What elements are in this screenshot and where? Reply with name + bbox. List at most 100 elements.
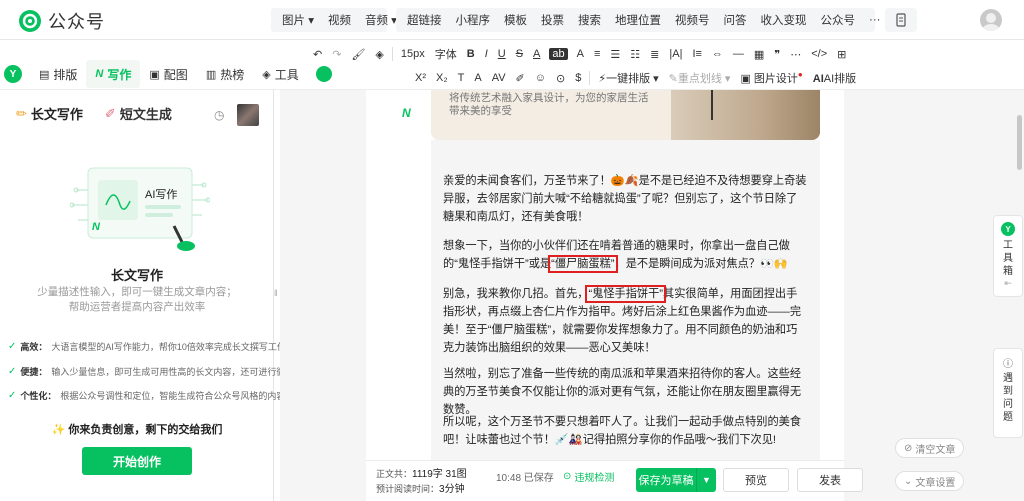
align-center-icon[interactable]: ☰ (605, 48, 625, 61)
tab-long-writing[interactable]: ✏ 长文写作 (16, 104, 83, 123)
one-click-layout-button[interactable]: ⚡一键排版 ▾ (593, 70, 663, 86)
strike-icon[interactable]: S (511, 48, 528, 60)
underline-icon[interactable]: U (493, 48, 511, 60)
line-height-icon[interactable]: I≡ (687, 48, 706, 60)
tab-trending[interactable]: ▥ 热榜 (197, 60, 253, 88)
paragraph-4[interactable]: 当然啦，别忘了准备一些传统的南瓜派和苹果酒来招待你的客人。这些经典的万圣节美食不… (443, 365, 808, 419)
svg-text:N: N (92, 221, 101, 233)
menu-template[interactable]: 模板 (497, 12, 534, 28)
menu-monetize[interactable]: 收入变现 (754, 12, 814, 28)
font-size-select[interactable]: 15px (396, 48, 430, 60)
menu-miniprogram[interactable]: 小程序 (449, 12, 498, 28)
toolbox-button[interactable]: Y 工 具 箱 ⇤ (993, 215, 1023, 297)
menu-more[interactable]: ··· (862, 14, 888, 26)
mobile-preview-icon[interactable] (885, 8, 917, 32)
menu-search[interactable]: 搜索 (571, 12, 608, 28)
menu-image[interactable]: 图片 ▾ (275, 12, 321, 28)
paragraph-5[interactable]: 所以呢，这个万圣节不要只想着吓人了。让我们一起动手做点特别的美食吧！让味蕾也过个… (443, 413, 808, 449)
font-bg-icon[interactable]: A (572, 48, 589, 60)
toolbox-logo-icon: Y (1001, 222, 1015, 236)
preview-button[interactable]: 预览 (723, 468, 789, 492)
user-avatar[interactable] (980, 9, 1002, 31)
plugin-logo-icon[interactable]: Y (4, 65, 22, 83)
italic-icon[interactable]: I (480, 48, 493, 60)
image-design-icon: ▣ (740, 73, 751, 85)
menu-official[interactable]: 公众号 (814, 12, 863, 28)
feedback-button[interactable]: ⓘ 遇 到 问 题 (993, 348, 1023, 438)
margin-icon[interactable]: ⇔ (707, 48, 728, 60)
tab-image[interactable]: ▣ 配图 (140, 60, 196, 88)
indent-icon[interactable]: ☷ (625, 48, 645, 61)
menu-channels[interactable]: 视频号 (668, 12, 717, 28)
menu-location[interactable]: 地理位置 (608, 12, 668, 28)
kerning-icon[interactable]: AV (487, 72, 511, 84)
save-draft-button[interactable]: 保存为草稿 ▼ (636, 468, 716, 492)
tab-layout[interactable]: ▤ 排版 (30, 60, 86, 88)
blurred-avatar (237, 104, 259, 126)
align-left-icon[interactable]: ≡ (589, 48, 605, 60)
clear-article-button[interactable]: ⊘ 清空文章 (895, 438, 965, 458)
highlighted-phrase-zombie-cake[interactable]: “僵尸脑蛋糕” (548, 255, 618, 273)
format-painter-icon[interactable]: 🖌 (346, 48, 370, 61)
menu-vote[interactable]: 投票 (534, 12, 571, 28)
paragraph-3[interactable]: 别急，我来教你几招。首先，“鬼怪手指饼干”其实很简单，用面团捏出手指形状，再点缀… (443, 285, 808, 357)
clear-format-icon[interactable]: ◈ (370, 48, 388, 61)
tab-short-writing[interactable]: ✐ 短文生成 (105, 104, 172, 123)
furniture-photo[interactable] (671, 90, 820, 140)
highlight-icon[interactable]: ab (549, 48, 568, 60)
dollar-icon[interactable]: $ (570, 72, 586, 84)
highlighted-phrase-finger-cookies[interactable]: “鬼怪手指饼干” (585, 285, 667, 303)
menu-qa[interactable]: 问答 (717, 12, 754, 28)
start-writing-button[interactable]: 开始创作 (82, 447, 192, 475)
ai-writing-illustration-icon: AI写作 N (69, 167, 211, 251)
redo-icon[interactable]: ↷ (327, 48, 346, 61)
more-format-icon[interactable]: ⋯ (785, 48, 806, 61)
paragraph-2[interactable]: 想象一下，当你的小伙伴们还在啃着普通的糖果时，你拿出一盘自己做的“鬼怪手指饼干”… (443, 237, 808, 273)
text-case-icon[interactable]: A (469, 72, 486, 84)
plugin-toggle[interactable] (315, 66, 332, 82)
layout-icon: ▤ (39, 68, 50, 81)
list-icon[interactable]: ≣ (645, 48, 664, 61)
feature-personalized: ✓ 个性化： 根据公众号调性和定位，智能生成符合公众号风格的内容 (8, 390, 286, 401)
wechat-official-logo-icon (19, 10, 41, 32)
key-underline-button[interactable]: ✎重点划线 ▾ (664, 70, 736, 86)
tab-tools[interactable]: ◈ 工具 (253, 60, 307, 88)
text-style-icon[interactable]: T (453, 72, 470, 84)
publish-button[interactable]: 发表 (797, 468, 863, 492)
plugin-tabs: Y ▤ 排版 N 写作 ▣ 配图 ▥ 热榜 ◈ 工具 (4, 60, 332, 88)
image-design-button[interactable]: ▣ 图片设计● (735, 70, 807, 86)
font-color-icon[interactable]: A (528, 48, 545, 60)
menu-video[interactable]: 视频 (321, 12, 358, 28)
article-settings-button[interactable]: ⌄ 文章设置 (895, 471, 965, 491)
superscript-icon[interactable]: X² (410, 72, 431, 84)
emoji-icon[interactable]: ☺ (530, 72, 551, 84)
bold-icon[interactable]: B (462, 48, 480, 60)
pen-icon[interactable]: ✐ (511, 72, 530, 85)
ai-assist-icon[interactable]: N (402, 106, 411, 120)
tools-icon: ◈ (262, 68, 271, 81)
quote-icon[interactable]: ❞ (769, 48, 785, 61)
circle-icon[interactable]: ⊙ (551, 72, 570, 85)
ai-layout-button[interactable]: AIAI排版 (808, 70, 861, 86)
letter-spacing-icon[interactable]: |A| (664, 48, 687, 60)
font-family-select[interactable]: 字体 (430, 46, 462, 62)
fullscreen-icon[interactable]: ⊞ (832, 48, 851, 61)
scrollbar[interactable] (1017, 115, 1022, 170)
feature-convenient: ✓ 便捷： 输入少量信息，即可生成可用性高的长文内容，还可进行微调 (8, 366, 295, 377)
tab-writing[interactable]: N 写作 (86, 60, 141, 88)
paragraph-1[interactable]: 亲爱的未闻食客们，万圣节来了！🎃🍂是不是已经迫不及待想要穿上奇装异服，去邻居家门… (443, 172, 808, 226)
table-icon[interactable]: ▦ (749, 48, 769, 61)
marker-icon: ✎ (668, 73, 678, 85)
feature-efficient: ✓ 高效： 大语言模型的AI写作能力，帮你10倍效率完成长文撰写工作 (8, 341, 286, 352)
subscript-icon[interactable]: X₂ (431, 72, 453, 84)
chevron-down-icon[interactable]: ▼ (696, 468, 716, 492)
menu-hyperlink[interactable]: 超链接 (400, 12, 449, 28)
divider (391, 47, 393, 61)
compliance-check-button[interactable]: ⊙ 违规检测 (563, 469, 614, 484)
code-icon[interactable]: </> (806, 48, 832, 60)
panel-title: 长文写作 (110, 268, 163, 283)
hr-icon[interactable]: — (728, 48, 749, 60)
undo-icon[interactable]: ↶ (308, 48, 327, 61)
history-icon[interactable]: ◷ (214, 108, 224, 122)
brand-logo[interactable]: 公众号 (18, 8, 105, 34)
